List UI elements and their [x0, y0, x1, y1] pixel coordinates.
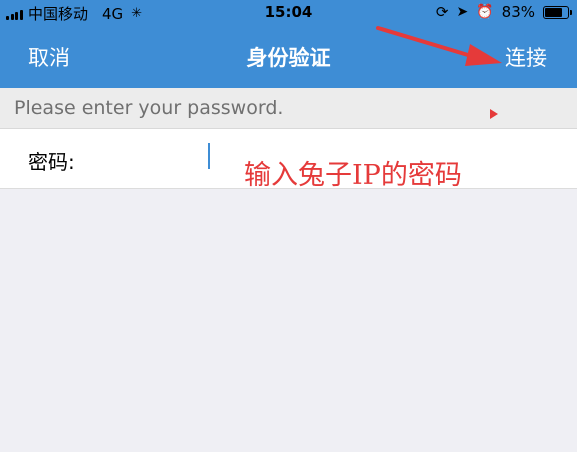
arrow-marker-icon [490, 109, 498, 119]
battery-fill [545, 7, 562, 17]
battery-icon [543, 5, 572, 19]
status-bar: 中国移动 4G ✳ 15:04 ⟳ ➤ ⏰ 83% [0, 0, 577, 24]
connect-button[interactable]: 连接 [505, 42, 547, 72]
page-title: 身份验证 [246, 46, 331, 70]
alarm-clock-icon: ⏰ [476, 4, 494, 20]
navigation-bar: 取消 身份验证 连接 [0, 34, 577, 78]
password-hint: Please enter your password. [14, 97, 284, 119]
password-hint-row: Please enter your password. [0, 88, 577, 129]
password-label: 密码: [28, 150, 75, 174]
annotation-text: 输入兔子IP的密码 [244, 160, 462, 191]
orientation-lock-icon: ⟳ [435, 3, 449, 21]
battery-percentage: 83% [501, 3, 535, 21]
status-right: ⟳ ➤ ⏰ 83% [435, 3, 572, 21]
app-header: 中国移动 4G ✳ 15:04 ⟳ ➤ ⏰ 83% 取消 身份验证 连接 [0, 0, 577, 88]
location-arrow-icon: ➤ [456, 4, 469, 20]
text-cursor [208, 143, 210, 169]
